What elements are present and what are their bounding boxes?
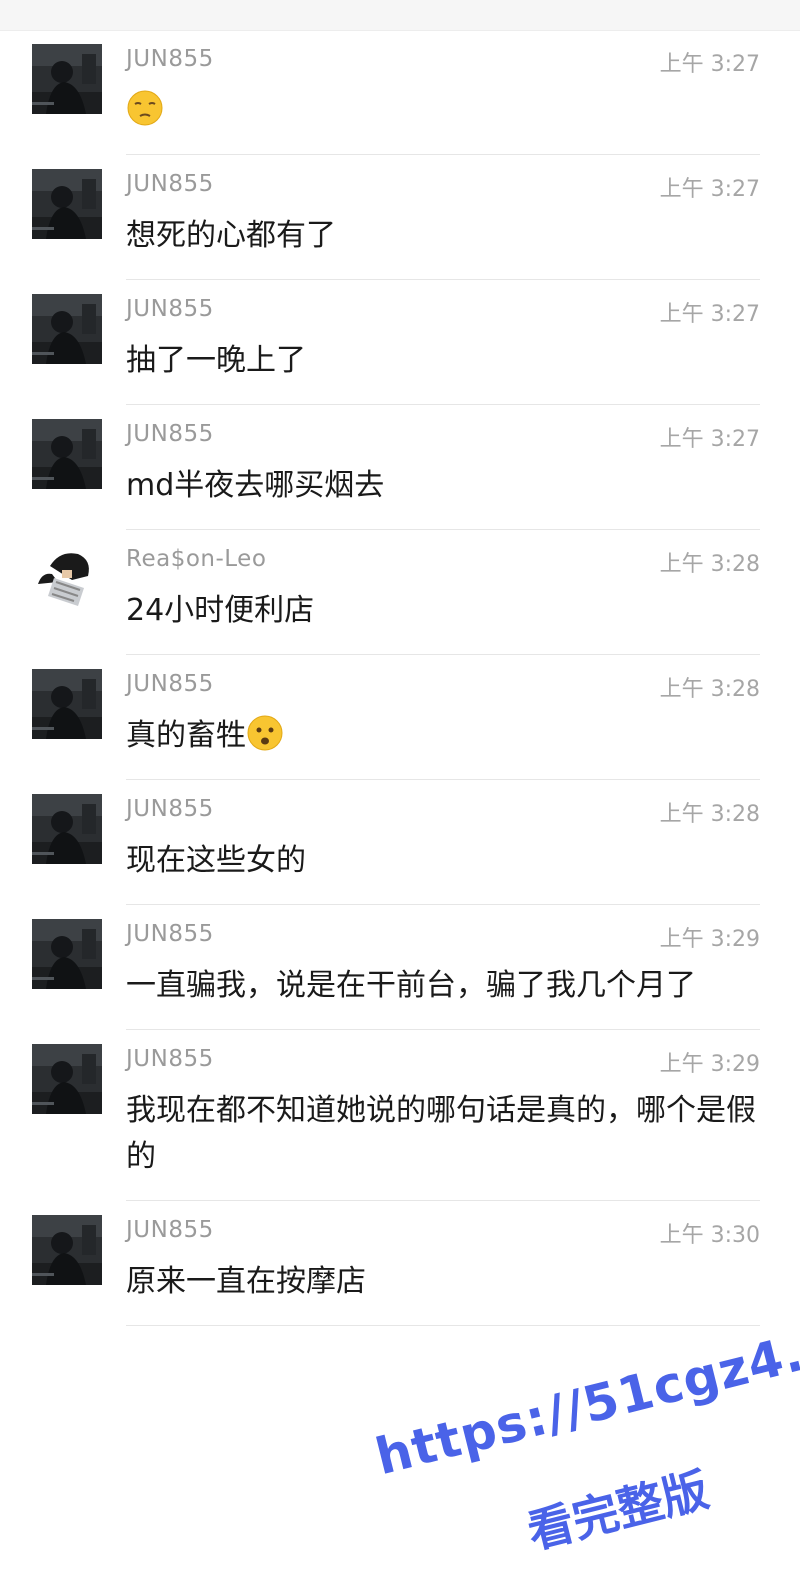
message-item[interactable]: JUN855 上午 3:27: [0, 30, 800, 155]
message-text: 抽了一晚上了: [126, 343, 306, 378]
sender-name: JUN855: [126, 921, 214, 947]
sender-name: JUN855: [126, 1217, 214, 1243]
message-text: 想死的心都有了: [126, 218, 336, 253]
top-bar: [0, 0, 800, 31]
message-item[interactable]: JUN855 上午 3:27 md半夜去哪买烟去: [0, 405, 800, 530]
message-item[interactable]: JUN855 上午 3:29 一直骗我，说是在干前台，骗了我几个月了: [0, 905, 800, 1030]
sender-name: JUN855: [126, 296, 214, 322]
message-time: 上午 3:28: [659, 802, 760, 827]
avatar[interactable]: [32, 1044, 102, 1114]
message-time: 上午 3:29: [659, 927, 760, 952]
sender-name: JUN855: [126, 171, 214, 197]
message-list: JUN855 上午 3:27 JUN855 上午 3:27 想死的心都有了 JUN85…: [0, 30, 800, 1326]
message-item[interactable]: JUN855 上午 3:30 原来一直在按摩店: [0, 1201, 800, 1326]
divider: [126, 1325, 760, 1326]
sender-name: JUN855: [126, 1046, 214, 1072]
message-time: 上午 3:27: [659, 302, 760, 327]
avatar[interactable]: [32, 544, 102, 614]
avatar[interactable]: [32, 669, 102, 739]
message-item[interactable]: JUN855 上午 3:27 抽了一晚上了: [0, 280, 800, 405]
sender-name: JUN855: [126, 46, 214, 72]
avatar[interactable]: [32, 794, 102, 864]
message-text: 现在这些女的: [126, 843, 306, 878]
sender-name: JUN855: [126, 796, 214, 822]
message-text: md半夜去哪买烟去: [126, 468, 385, 503]
sender-name: Rea$on-Leo: [126, 546, 267, 572]
frowning-face-icon: [246, 714, 284, 752]
message-time: 上午 3:27: [659, 52, 760, 77]
message-time: 上午 3:30: [659, 1223, 760, 1248]
avatar[interactable]: [32, 294, 102, 364]
message-text: 原来一直在按摩店: [126, 1264, 366, 1299]
sender-name: JUN855: [126, 421, 214, 447]
avatar[interactable]: [32, 919, 102, 989]
watermark-caption: 看完整版: [522, 1462, 714, 1560]
message-time: 上午 3:29: [659, 1052, 760, 1077]
message-text: 真的畜牲: [126, 718, 246, 753]
message-item[interactable]: Rea$on-Leo 上午 3:28 24小时便利店: [0, 530, 800, 655]
message-item[interactable]: JUN855 上午 3:28 真的畜牲: [0, 655, 800, 780]
message-time: 上午 3:27: [659, 177, 760, 202]
message-time: 上午 3:27: [659, 427, 760, 452]
message-item[interactable]: JUN855 上午 3:28 现在这些女的: [0, 780, 800, 905]
message-text: 我现在都不知道她说的哪句话是真的，哪个是假的: [126, 1093, 756, 1174]
message-item[interactable]: JUN855 上午 3:29 我现在都不知道她说的哪句话是真的，哪个是假的: [0, 1030, 800, 1201]
pensive-face-icon: [126, 89, 164, 127]
message-text: 24小时便利店: [126, 593, 315, 628]
avatar[interactable]: [32, 419, 102, 489]
message-time: 上午 3:28: [659, 677, 760, 702]
sender-name: JUN855: [126, 671, 214, 697]
message-time: 上午 3:28: [659, 552, 760, 577]
avatar[interactable]: [32, 169, 102, 239]
message-text: 一直骗我，说是在干前台，骗了我几个月了: [126, 968, 696, 1003]
watermark: https://51cgz4.com 看完整版: [370, 1295, 800, 1580]
avatar[interactable]: [32, 44, 102, 114]
message-item[interactable]: JUN855 上午 3:27 想死的心都有了: [0, 155, 800, 280]
avatar[interactable]: [32, 1215, 102, 1285]
